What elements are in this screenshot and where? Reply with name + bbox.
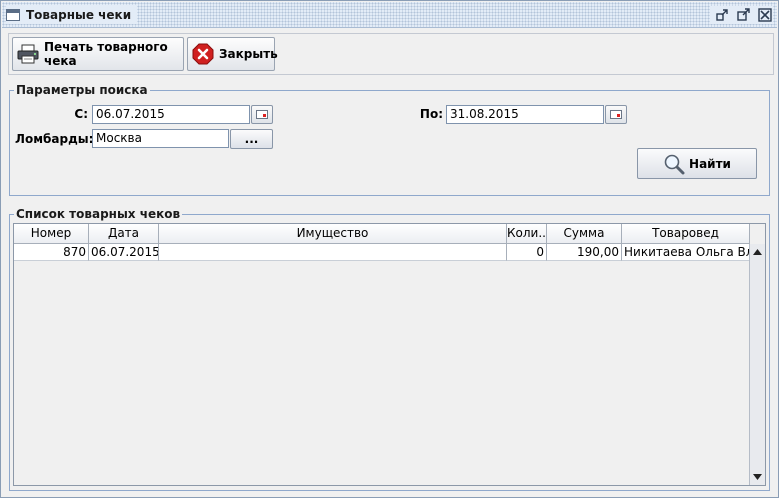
from-date-label: С:: [74, 107, 88, 121]
cell-property: [159, 244, 507, 261]
scroll-down-icon[interactable]: [750, 469, 765, 485]
title-bar[interactable]: Товарные чеки: [2, 2, 777, 28]
receipts-table: Номер Дата Имущество Коли... Сумма Товар…: [13, 223, 766, 486]
cell-quantity: 0: [507, 244, 547, 261]
pawnshops-label: Ломбарды:: [15, 132, 94, 146]
cell-merchandiser: Никитаева Ольга Вл...: [622, 244, 750, 261]
print-button-label: Печать товарного чека: [44, 40, 168, 68]
column-header-sum[interactable]: Сумма: [547, 224, 622, 244]
window-controls: [710, 6, 773, 24]
window-title: Товарные чеки: [26, 7, 132, 22]
from-date-field[interactable]: 06.07.2015: [92, 105, 250, 124]
print-button[interactable]: Печать товарного чека: [12, 37, 184, 71]
column-header-merchandiser[interactable]: Товаровед: [622, 224, 750, 244]
column-header-quantity[interactable]: Коли...: [507, 224, 547, 244]
to-date-calendar-button[interactable]: [605, 105, 627, 124]
cell-date: 06.07.2015: [89, 244, 159, 261]
close-circle-icon: [192, 43, 214, 65]
search-params-legend: Параметры поиска: [16, 83, 148, 97]
table-row[interactable]: 870 06.07.2015 0 190,00 Никитаева Ольга …: [14, 244, 750, 261]
toolbar: Печать товарного чека Закрыть: [8, 33, 774, 75]
close-button-label: Закрыть: [219, 47, 278, 61]
title-group: Товарные чеки: [6, 5, 138, 24]
column-header-property[interactable]: Имущество: [159, 224, 507, 244]
find-button-label: Найти: [689, 156, 731, 171]
cell-number: 870: [14, 244, 89, 261]
receipts-list-legend: Список товарных чеков: [16, 207, 181, 221]
column-header-date[interactable]: Дата: [89, 224, 159, 244]
pawnshops-field[interactable]: Москва: [92, 129, 229, 148]
to-date-field[interactable]: 31.08.2015: [446, 105, 604, 124]
pawnshops-browse-button[interactable]: ...: [230, 129, 273, 149]
printer-icon: [17, 43, 39, 65]
calendar-icon: [256, 110, 268, 119]
from-date-calendar-button[interactable]: [251, 105, 273, 124]
window-frame: Товарные чеки Печать товарного чека Закр…: [0, 0, 779, 498]
restore-icon[interactable]: [714, 6, 731, 23]
scroll-up-icon[interactable]: [750, 244, 765, 260]
close-window-icon[interactable]: [756, 6, 773, 23]
table-header: Номер Дата Имущество Коли... Сумма Товар…: [14, 224, 750, 244]
calendar-icon: [610, 110, 622, 119]
magnifier-icon: [663, 153, 685, 175]
window-icon: [6, 8, 20, 21]
column-header-number[interactable]: Номер: [14, 224, 89, 244]
close-button[interactable]: Закрыть: [187, 37, 278, 71]
find-button[interactable]: Найти: [637, 148, 757, 179]
to-date-label: По:: [419, 107, 443, 121]
maximize-icon[interactable]: [735, 6, 752, 23]
cell-sum: 190,00: [547, 244, 622, 261]
vertical-scrollbar[interactable]: [749, 244, 765, 485]
